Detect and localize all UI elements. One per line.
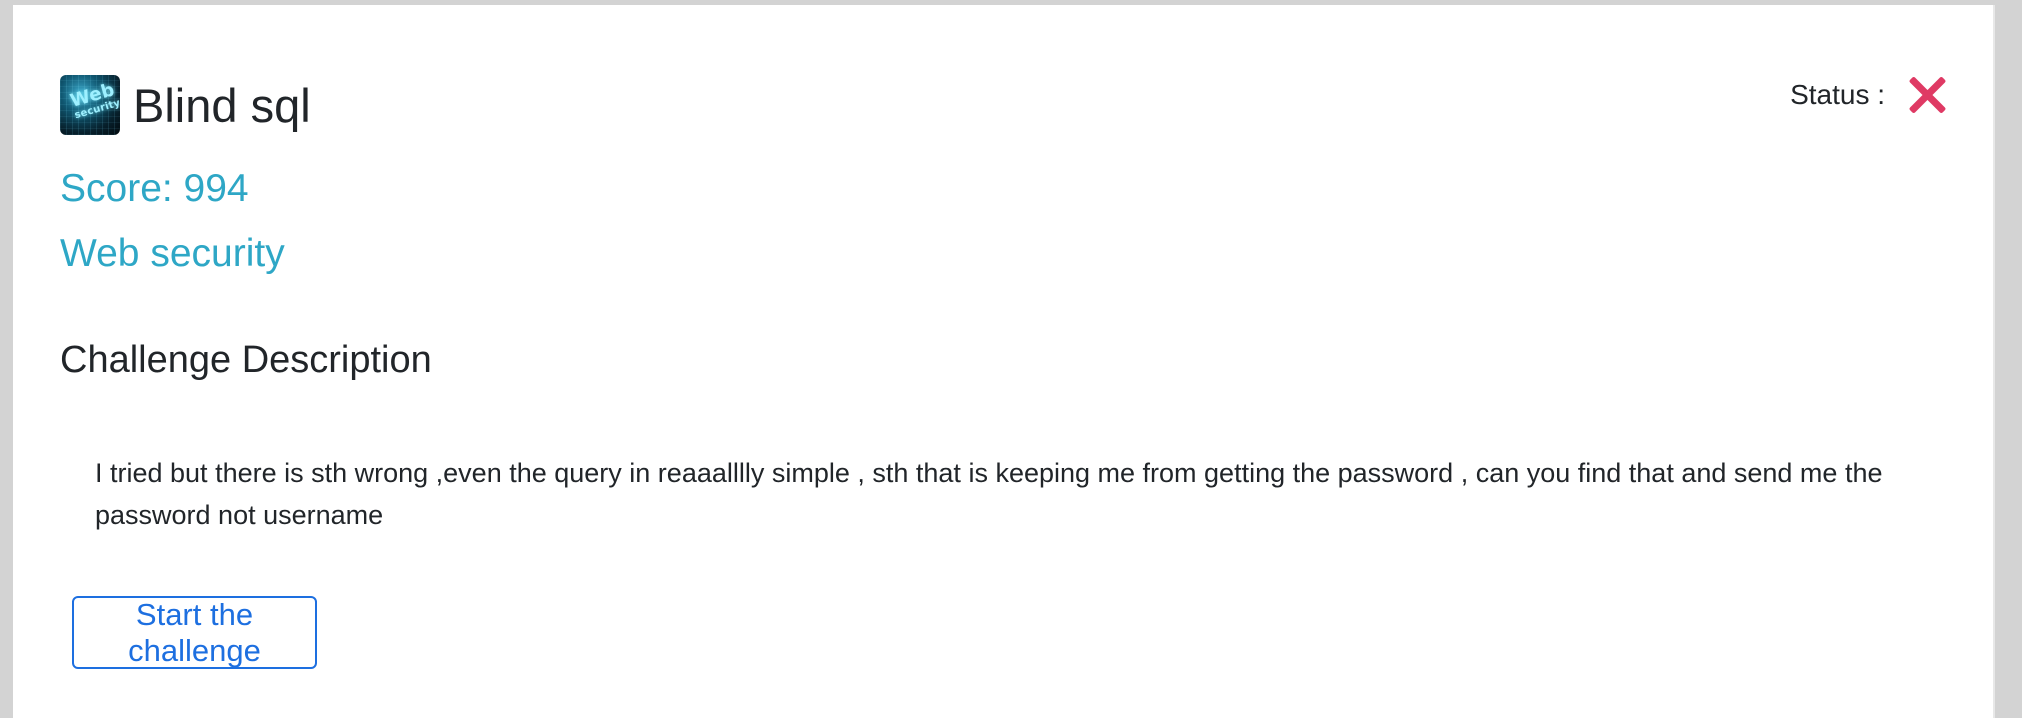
web-security-icon: Web security [60,75,120,135]
challenge-title: Blind sql [133,78,311,132]
status-label: Status : [1790,79,1885,110]
challenge-description-title: Challenge Description [60,339,432,381]
challenge-card: Web security Blind sql Status : Score: 9… [13,5,1995,718]
close-icon [1905,73,1949,117]
challenge-score: Score: 994 [60,167,249,210]
challenge-description: I tried but there is sth wrong ,even the… [95,458,1883,530]
challenge-header: Web security Blind sql [60,73,311,137]
start-challenge-button[interactable]: Start the challenge [72,596,317,669]
challenge-category: Web security [60,232,285,275]
status-area: Status : [1790,73,1949,117]
